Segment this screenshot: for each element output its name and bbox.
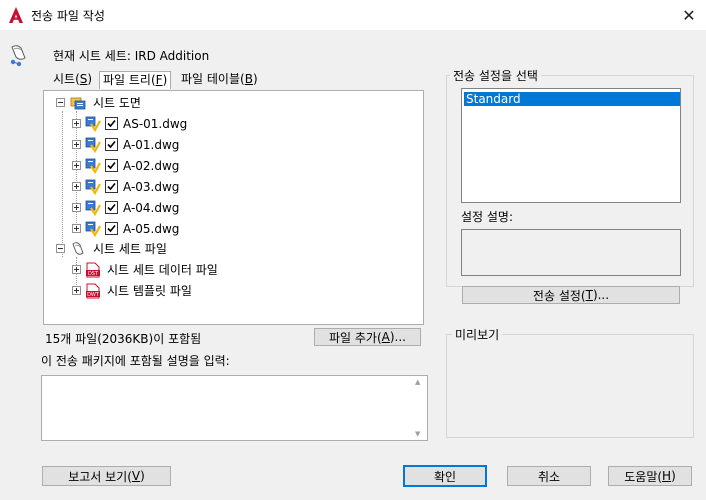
help-button[interactable]: 도움말(H) (608, 466, 692, 486)
setup-description-label: 설정 설명: (461, 210, 514, 224)
notes-textarea[interactable]: ▲ ▼ (41, 375, 428, 441)
sheetset-file-icon (72, 241, 84, 255)
tab-sheets[interactable]: 시트(S) (50, 71, 95, 89)
transmittal-setups-button[interactable]: 전송 설정(T)... (462, 286, 680, 304)
dwg-file-icon (85, 221, 101, 237)
expand-toggle[interactable] (72, 119, 81, 128)
tree-item-dst[interactable]: DST 시트 세트 데이터 파일 (72, 260, 218, 279)
file-count-summary: 15개 파일(2036KB)이 포함됨 (45, 332, 202, 346)
file-tree[interactable]: 시트 도면 AS-01.dwg A-01.dwg A-02.dwg A-03.d… (43, 90, 424, 325)
dst-file-icon: DST (86, 262, 100, 277)
svg-text:DST: DST (88, 271, 99, 277)
collapse-toggle[interactable] (56, 244, 65, 253)
scroll-down-arrow-icon[interactable]: ▼ (415, 430, 420, 438)
notes-text (42, 376, 427, 382)
close-button[interactable]: ✕ (672, 0, 706, 30)
tab-file-tree[interactable]: 파일 트리(F) (99, 71, 172, 89)
tree-item-file[interactable]: AS-01.dwg (72, 114, 187, 133)
dwg-file-icon (85, 179, 101, 195)
include-checkbox[interactable] (105, 201, 118, 214)
dwg-file-icon (85, 116, 101, 132)
include-checkbox[interactable] (105, 222, 118, 235)
tree-item-file[interactable]: A-03.dwg (72, 177, 179, 196)
file-name: 시트 세트 데이터 파일 (107, 263, 218, 277)
notes-label: 이 전송 패키지에 포함될 설명을 입력: (41, 354, 230, 368)
tree-item-dwt[interactable]: DWT 시트 템플릿 파일 (72, 281, 192, 300)
dwg-file-icon (85, 200, 101, 216)
svg-text:DWT: DWT (87, 292, 100, 298)
preview-group (446, 334, 694, 438)
window-title: 전송 파일 작성 (31, 9, 105, 23)
ok-button[interactable]: 확인 (403, 465, 487, 487)
sheet-set-icon (10, 45, 26, 67)
include-checkbox[interactable] (105, 180, 118, 193)
file-name: A-04.dwg (123, 200, 180, 215)
file-name: AS-01.dwg (123, 116, 188, 131)
include-checkbox[interactable] (105, 138, 118, 151)
tree-node-label: 시트 세트 파일 (93, 242, 167, 256)
tree-item-file[interactable]: A-04.dwg (72, 198, 179, 217)
collapse-toggle[interactable] (56, 98, 65, 107)
vertical-scrollbar[interactable]: ▲ ▼ (412, 376, 427, 440)
file-name: A-01.dwg (123, 137, 180, 152)
title-bar (0, 0, 706, 30)
file-name: 시트 템플릿 파일 (107, 284, 192, 298)
scroll-up-arrow-icon[interactable]: ▲ (415, 378, 420, 386)
tab-file-table[interactable]: 파일 테이블(B) (178, 71, 261, 89)
transmittal-setup-list[interactable]: Standard (461, 88, 681, 203)
expand-toggle[interactable] (72, 286, 81, 295)
tree-node-label: 시트 도면 (93, 96, 141, 110)
autocad-logo-icon (9, 7, 23, 23)
transmittal-setup-group-label: 전송 설정을 선택 (450, 67, 541, 84)
current-sheet-set-label: 현재 시트 세트: IRD Addition (53, 49, 210, 63)
list-item-selected[interactable]: Standard (464, 92, 680, 106)
tree-node-sheet-set-files[interactable]: 시트 세트 파일 (56, 239, 167, 258)
expand-toggle[interactable] (72, 265, 81, 274)
dwt-file-icon: DWT (86, 283, 100, 298)
dwg-file-icon (85, 158, 101, 174)
expand-toggle[interactable] (72, 161, 81, 170)
preview-group-label: 미리보기 (452, 326, 503, 343)
setup-description-box (461, 229, 681, 276)
include-checkbox[interactable] (105, 117, 118, 130)
sheets-folder-icon (70, 97, 86, 109)
tree-item-file[interactable]: A-02.dwg (72, 156, 179, 175)
tree-item-file[interactable]: A-01.dwg (72, 135, 179, 154)
file-name: A-03.dwg (123, 179, 180, 194)
view-report-button[interactable]: 보고서 보기(V) (42, 466, 171, 486)
expand-toggle[interactable] (72, 140, 81, 149)
add-file-button[interactable]: 파일 추가(A)... (314, 328, 421, 346)
expand-toggle[interactable] (72, 224, 81, 233)
tree-item-file[interactable]: A-05.dwg (72, 219, 179, 238)
expand-toggle[interactable] (72, 182, 81, 191)
file-name: A-05.dwg (123, 221, 180, 236)
dwg-file-icon (85, 137, 101, 153)
include-checkbox[interactable] (105, 159, 118, 172)
cancel-button[interactable]: 취소 (507, 466, 591, 486)
tree-node-sheet-drawings[interactable]: 시트 도면 (56, 93, 141, 112)
expand-toggle[interactable] (72, 203, 81, 212)
file-name: A-02.dwg (123, 158, 180, 173)
